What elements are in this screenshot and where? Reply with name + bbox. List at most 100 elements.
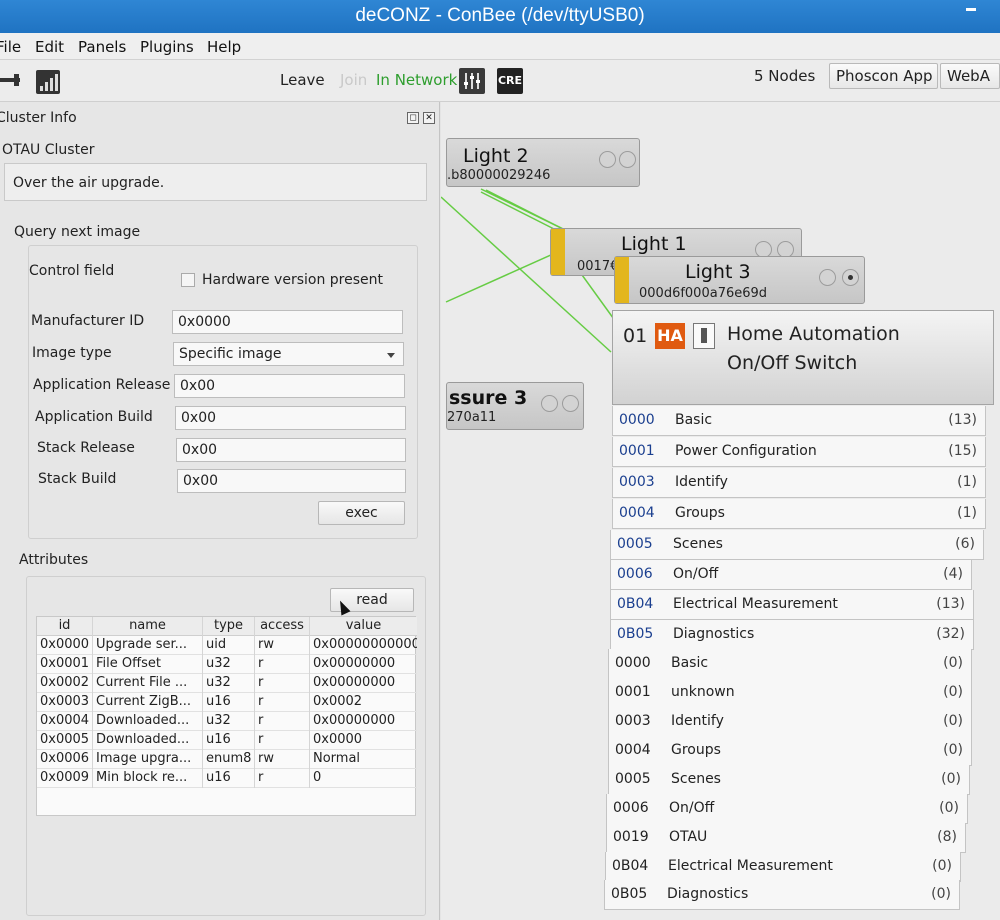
hardware-version-label: Hardware version present <box>202 272 383 288</box>
image-type-select[interactable]: Specific image <box>173 342 404 366</box>
server-cluster-item[interactable]: 0005 Scenes (6) <box>610 530 984 560</box>
cluster-id: 0B04 <box>612 858 649 874</box>
node-selection-bar <box>551 229 565 275</box>
client-cluster-item[interactable]: 0005 Scenes (0) <box>608 765 970 795</box>
server-cluster-item[interactable]: 0003 Identify (1) <box>612 468 986 498</box>
leave-button[interactable]: Leave <box>280 71 325 89</box>
cluster-name: Electrical Measurement <box>673 596 838 612</box>
cell-type: u16 <box>203 693 255 712</box>
server-cluster-item[interactable]: 0000 Basic (13) <box>612 406 986 436</box>
column-header-value[interactable]: value <box>310 617 417 636</box>
application-build-input[interactable]: 0x00 <box>175 406 406 430</box>
attribute-count: (0) <box>943 713 963 729</box>
cell-value: 0x00000000 <box>313 656 396 671</box>
node-address: 270a11 <box>447 410 497 425</box>
table-row[interactable]: 0x0009 Min block re... u16 r 0 <box>37 769 417 788</box>
stack-build-input[interactable]: 0x00 <box>177 469 406 493</box>
server-cluster-item[interactable]: 0B04 Electrical Measurement (13) <box>610 590 974 620</box>
client-cluster-item[interactable]: 0B05 Diagnostics (0) <box>604 880 960 910</box>
signal-strength-icon[interactable] <box>36 70 60 94</box>
column-header-access[interactable]: access <box>255 617 310 636</box>
client-cluster-item[interactable]: 0003 Identify (0) <box>608 707 972 737</box>
table-row[interactable]: 0x0001 File Offset u32 r 0x00000000 <box>37 655 417 674</box>
cluster-id: 0003 <box>619 474 655 490</box>
cluster-id: 0004 <box>615 742 651 758</box>
table-row[interactable]: 0x0002 Current File ... u32 r 0x00000000 <box>37 674 417 693</box>
menu-edit[interactable]: Edit <box>35 38 64 56</box>
exec-button[interactable]: exec <box>318 501 405 525</box>
endpoint-indicator[interactable] <box>819 269 836 286</box>
attribute-count: (0) <box>943 742 963 758</box>
cluster-name: On/Off <box>669 800 715 816</box>
column-header-id[interactable]: id <box>37 617 93 636</box>
join-button[interactable]: Join <box>340 71 367 89</box>
cell-name: Image upgra... <box>93 750 203 769</box>
table-row[interactable]: 0x0006 Image upgra... enum8 rw Normal <box>37 750 417 769</box>
column-header-type[interactable]: type <box>203 617 255 636</box>
menu-plugins[interactable]: Plugins <box>140 38 194 56</box>
attribute-count: (0) <box>941 771 961 787</box>
endpoint-indicator[interactable] <box>562 395 579 412</box>
cell-value: 0x00000000 <box>313 713 396 728</box>
cell-id: 0x0006 <box>37 750 93 769</box>
table-row[interactable]: 0x0004 Downloaded... u32 r 0x00000000 <box>37 712 417 731</box>
control-field-label: Control field <box>29 263 115 279</box>
client-cluster-item[interactable]: 0001 unknown (0) <box>608 678 972 708</box>
endpoint-number: 01 <box>623 325 648 347</box>
client-cluster-item[interactable]: 0019 OTAU (8) <box>606 823 966 853</box>
server-cluster-item[interactable]: 0004 Groups (1) <box>612 499 986 529</box>
attribute-count: (0) <box>943 655 963 671</box>
cell-name: Min block re... <box>93 769 203 788</box>
cre-icon[interactable]: CRE <box>497 68 523 94</box>
menu-file[interactable]: File <box>0 38 21 56</box>
client-cluster-item[interactable]: 0B04 Electrical Measurement (0) <box>605 852 961 882</box>
cell-type: u16 <box>203 731 255 750</box>
manufacturer-id-input[interactable]: 0x0000 <box>172 310 403 334</box>
client-cluster-item[interactable]: 0004 Groups (0) <box>608 736 972 766</box>
cell-value: 0x0000 <box>313 732 363 747</box>
endpoint-indicator[interactable] <box>619 151 636 168</box>
stack-release-input[interactable]: 0x00 <box>176 438 406 462</box>
endpoint-indicator[interactable] <box>541 395 558 412</box>
node-pressure-3[interactable]: ssure 3 270a11 <box>446 382 584 430</box>
server-cluster-item[interactable]: 0006 On/Off (4) <box>610 560 972 590</box>
node-light-3[interactable]: Light 3 000d6f000a76e69d <box>614 256 865 304</box>
attribute-count: (0) <box>931 886 951 902</box>
table-row[interactable]: 0x0000 Upgrade ser... uid rw 0x00000000000 <box>37 636 417 655</box>
hardware-version-checkbox[interactable] <box>181 273 195 287</box>
server-cluster-item[interactable]: 0001 Power Configuration (15) <box>612 437 986 467</box>
client-cluster-item[interactable]: 0000 Basic (0) <box>608 649 972 679</box>
attribute-count: (0) <box>939 800 959 816</box>
cluster-id: 0000 <box>615 655 651 671</box>
cluster-name: Scenes <box>673 536 723 552</box>
attribute-count: (4) <box>943 566 963 582</box>
cell-name: Current File ... <box>93 674 203 693</box>
application-release-input[interactable]: 0x00 <box>174 374 405 398</box>
network-settings-icon[interactable] <box>459 68 485 94</box>
endpoint-indicator[interactable] <box>599 151 616 168</box>
endpoint-indicator-active[interactable] <box>842 269 859 286</box>
menu-help[interactable]: Help <box>207 38 241 56</box>
field-label-manufacturer-id: Manufacturer ID <box>31 313 145 329</box>
column-header-name[interactable]: name <box>93 617 203 636</box>
attribute-count: (1) <box>957 474 977 490</box>
float-panel-icon[interactable]: ◻ <box>407 112 419 124</box>
table-row[interactable]: 0x0005 Downloaded... u16 r 0x0000 <box>37 731 417 750</box>
cluster-name: OTAU <box>669 829 708 845</box>
webapp-button[interactable]: WebA <box>940 63 1000 89</box>
close-panel-icon[interactable]: ✕ <box>423 112 435 124</box>
node-light-2[interactable]: Light 2 .b80000029246 <box>446 138 640 187</box>
menu-panels[interactable]: Panels <box>78 38 126 56</box>
server-cluster-item[interactable]: 0B05 Diagnostics (32) <box>610 620 974 650</box>
plug-icon[interactable] <box>0 74 20 86</box>
cluster-id: 0004 <box>619 505 655 521</box>
cell-type: u32 <box>203 655 255 674</box>
phoscon-app-button[interactable]: Phoscon App <box>829 63 938 89</box>
minimize-icon[interactable] <box>966 8 976 11</box>
cell-name: Downloaded... <box>93 712 203 731</box>
cluster-id: 0B05 <box>611 886 648 902</box>
node-address: .b80000029246 <box>447 168 551 183</box>
client-cluster-item[interactable]: 0006 On/Off (0) <box>606 794 968 824</box>
cluster-id: 0B05 <box>617 626 654 642</box>
table-row[interactable]: 0x0003 Current ZigB... u16 r 0x0002 <box>37 693 417 712</box>
